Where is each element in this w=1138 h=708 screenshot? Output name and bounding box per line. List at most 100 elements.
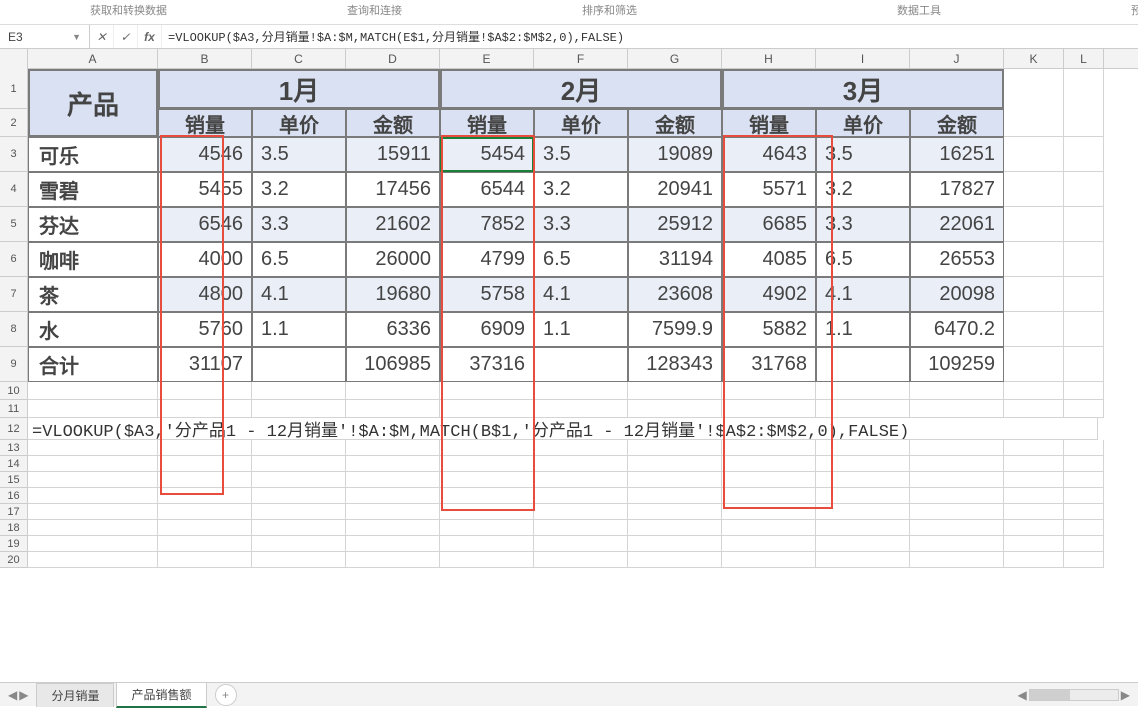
cell-C8[interactable]: 1.1 (252, 312, 346, 347)
add-sheet-button[interactable]: + (215, 684, 237, 706)
row-label-6[interactable]: 合计 (28, 347, 158, 382)
cell-J18[interactable] (910, 520, 1004, 536)
cell-H16[interactable] (722, 488, 816, 504)
month-header-2[interactable]: 2月 (440, 69, 722, 109)
sub-header-4[interactable]: 单价 (534, 109, 628, 137)
col-header-G[interactable]: G (628, 49, 722, 68)
cell-F6[interactable]: 6.5 (534, 242, 628, 277)
cell-I10[interactable] (816, 382, 910, 400)
cell-H13[interactable] (722, 440, 816, 456)
cell-G15[interactable] (628, 472, 722, 488)
cell-L17[interactable] (1064, 504, 1104, 520)
cell-D16[interactable] (346, 488, 440, 504)
cell-I18[interactable] (816, 520, 910, 536)
cell-K15[interactable] (1004, 472, 1064, 488)
cell-G16[interactable] (628, 488, 722, 504)
cell-L4[interactable] (1064, 172, 1104, 207)
cell-F15[interactable] (534, 472, 628, 488)
cell-J11[interactable] (910, 400, 1004, 418)
cell-K1[interactable] (1004, 69, 1064, 137)
cell-K18[interactable] (1004, 520, 1064, 536)
cell-E4[interactable]: 6544 (440, 172, 534, 207)
cell-C5[interactable]: 3.3 (252, 207, 346, 242)
table-corner[interactable]: 产品 (28, 69, 158, 137)
cell-H14[interactable] (722, 456, 816, 472)
cell-L3[interactable] (1064, 137, 1104, 172)
cell-E5[interactable]: 7852 (440, 207, 534, 242)
cell-E11[interactable] (440, 400, 534, 418)
col-header-E[interactable]: E (440, 49, 534, 68)
row-header-9[interactable]: 9 (0, 347, 28, 382)
row-header-18[interactable]: 18 (0, 520, 28, 536)
cell-I19[interactable] (816, 536, 910, 552)
sub-header-6[interactable]: 销量 (722, 109, 816, 137)
row-label-4[interactable]: 茶 (28, 277, 158, 312)
cell-H3[interactable]: 4643 (722, 137, 816, 172)
cell-L19[interactable] (1064, 536, 1104, 552)
row-header-2[interactable]: 2 (0, 109, 28, 137)
cell-D3[interactable]: 15911 (346, 137, 440, 172)
cell-I17[interactable] (816, 504, 910, 520)
col-header-I[interactable]: I (816, 49, 910, 68)
cell-D20[interactable] (346, 552, 440, 568)
cell-I20[interactable] (816, 552, 910, 568)
cell-K8[interactable] (1004, 312, 1064, 347)
row-header-19[interactable]: 19 (0, 536, 28, 552)
worksheet[interactable]: ABCDEFGHIJKL 123456789101112131415161718… (0, 49, 1138, 674)
cell-F7[interactable]: 4.1 (534, 277, 628, 312)
cell-K13[interactable] (1004, 440, 1064, 456)
cell-B6[interactable]: 4000 (158, 242, 252, 277)
tab-nav-next[interactable]: ▶ (19, 688, 28, 702)
cell-G4[interactable]: 20941 (628, 172, 722, 207)
cell-H8[interactable]: 5882 (722, 312, 816, 347)
row-label-1[interactable]: 雪碧 (28, 172, 158, 207)
col-header-F[interactable]: F (534, 49, 628, 68)
cell-L18[interactable] (1064, 520, 1104, 536)
cell-B4[interactable]: 5455 (158, 172, 252, 207)
col-header-H[interactable]: H (722, 49, 816, 68)
cell-F18[interactable] (534, 520, 628, 536)
row-header-17[interactable]: 17 (0, 504, 28, 520)
select-all-corner[interactable] (0, 49, 28, 69)
row-header-3[interactable]: 3 (0, 137, 28, 172)
cell-H15[interactable] (722, 472, 816, 488)
cell-K19[interactable] (1004, 536, 1064, 552)
name-box[interactable]: E3 ▼ (0, 25, 90, 48)
cell-C11[interactable] (252, 400, 346, 418)
cell-L15[interactable] (1064, 472, 1104, 488)
cell-H9[interactable]: 31768 (722, 347, 816, 382)
cell-J16[interactable] (910, 488, 1004, 504)
col-header-B[interactable]: B (158, 49, 252, 68)
cell-K11[interactable] (1004, 400, 1064, 418)
cell-K17[interactable] (1004, 504, 1064, 520)
row-header-6[interactable]: 6 (0, 242, 28, 277)
cell-A17[interactable] (28, 504, 158, 520)
cell-L5[interactable] (1064, 207, 1104, 242)
cell-F13[interactable] (534, 440, 628, 456)
cell-L10[interactable] (1064, 382, 1104, 400)
cell-E9[interactable]: 37316 (440, 347, 534, 382)
cell-E3[interactable]: 5454 (440, 137, 534, 172)
cell-K10[interactable] (1004, 382, 1064, 400)
cell-B14[interactable] (158, 456, 252, 472)
col-header-J[interactable]: J (910, 49, 1004, 68)
cell-I13[interactable] (816, 440, 910, 456)
cell-C18[interactable] (252, 520, 346, 536)
row-headers[interactable]: 1234567891011121314151617181920 (0, 69, 28, 568)
cell-L9[interactable] (1064, 347, 1104, 382)
col-header-A[interactable]: A (28, 49, 158, 68)
cell-I3[interactable]: 3.5 (816, 137, 910, 172)
cell-I8[interactable]: 1.1 (816, 312, 910, 347)
month-header-1[interactable]: 1月 (158, 69, 440, 109)
row-header-16[interactable]: 16 (0, 488, 28, 504)
cell-C3[interactable]: 3.5 (252, 137, 346, 172)
row-header-14[interactable]: 14 (0, 456, 28, 472)
cell-F14[interactable] (534, 456, 628, 472)
col-header-K[interactable]: K (1004, 49, 1064, 68)
row-header-1[interactable]: 1 (0, 69, 28, 109)
cell-D8[interactable]: 6336 (346, 312, 440, 347)
cell-C6[interactable]: 6.5 (252, 242, 346, 277)
cell-I16[interactable] (816, 488, 910, 504)
cell-J5[interactable]: 22061 (910, 207, 1004, 242)
cell-D13[interactable] (346, 440, 440, 456)
